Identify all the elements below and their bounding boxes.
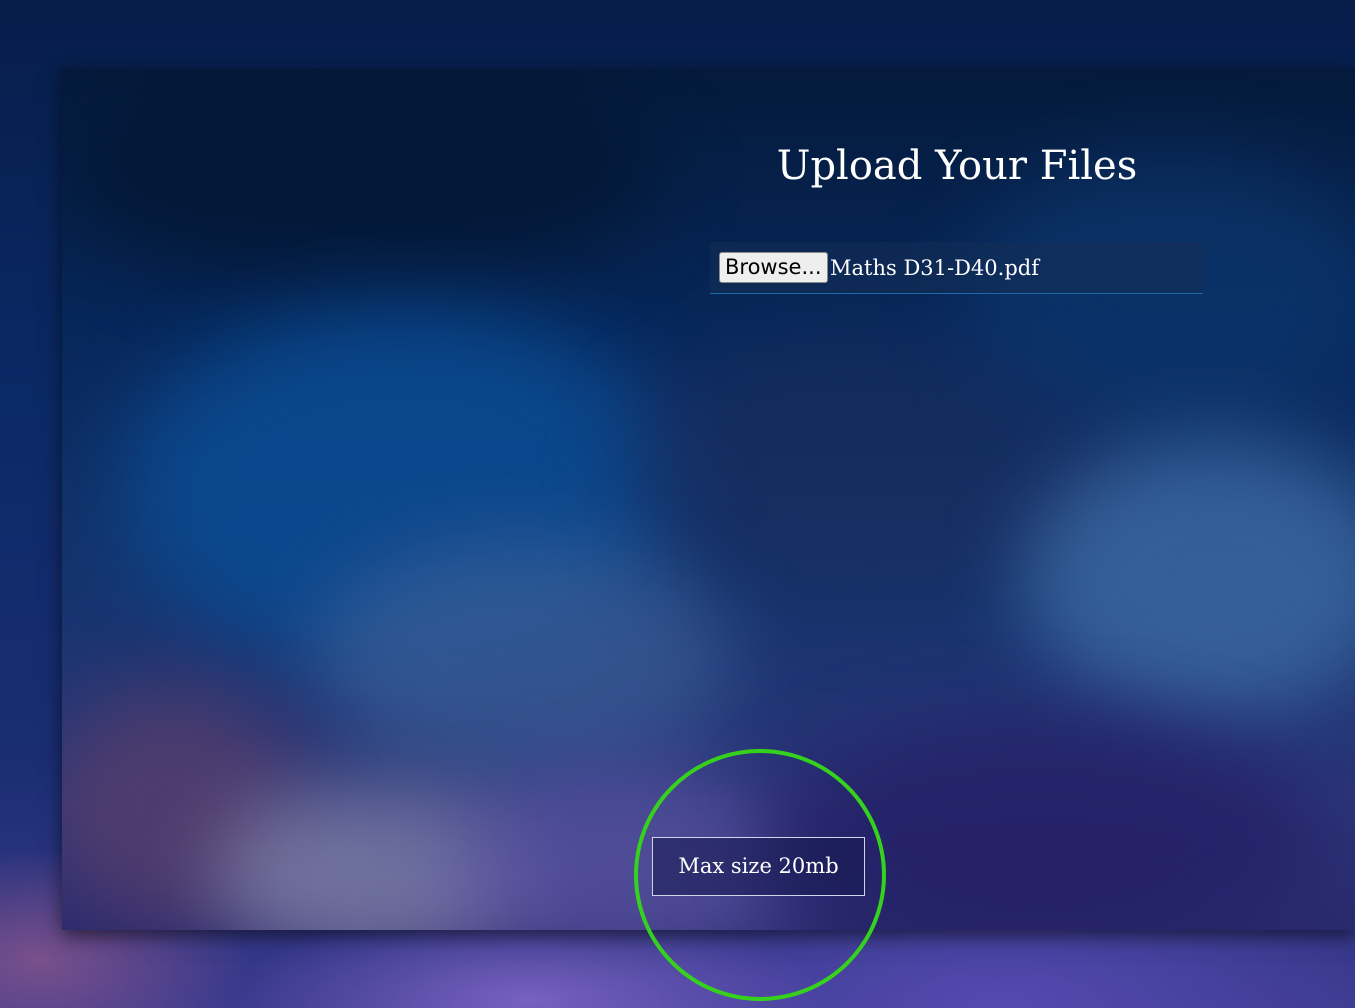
bokeh-blob [312,538,732,778]
max-size-note: Max size 20mb [652,837,865,896]
background-panel [62,68,1355,930]
file-input[interactable]: Browse... Maths D31-D40.pdf [710,242,1203,294]
bokeh-blob [62,68,662,288]
browse-button[interactable]: Browse... [719,252,828,283]
selected-file-name: Maths D31-D40.pdf [830,256,1039,280]
page-title: Upload Your Files [776,143,1138,189]
